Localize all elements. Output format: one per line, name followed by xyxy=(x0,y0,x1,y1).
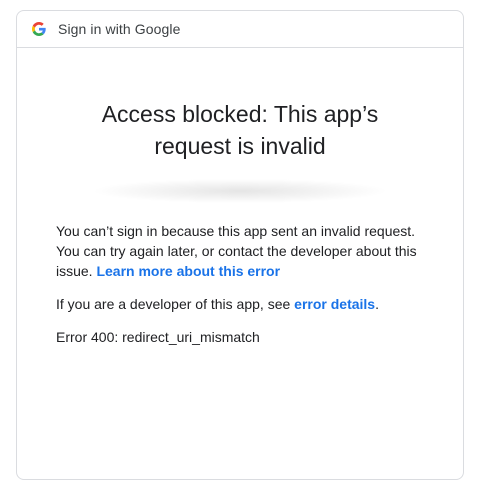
title-line-2: request is invalid xyxy=(154,133,326,159)
title-line-1: Access blocked: This app’s xyxy=(101,101,379,127)
developer-note-suffix: . xyxy=(375,296,379,312)
error-code: Error 400: redirect_uri_mismatch xyxy=(56,329,260,345)
error-body: You can’t sign in because this app sent … xyxy=(56,221,433,360)
learn-more-link[interactable]: Learn more about this error xyxy=(96,263,280,279)
card-header: Sign in with Google xyxy=(17,11,463,48)
sign-in-card: Sign in with Google Access blocked: This… xyxy=(16,10,464,480)
developer-note-text: If you are a developer of this app, see xyxy=(56,296,295,312)
title-divider-shadow xyxy=(95,179,385,203)
error-details-link[interactable]: error details xyxy=(294,296,375,312)
developer-note: If you are a developer of this app, see … xyxy=(56,294,433,314)
google-logo-icon xyxy=(32,22,46,36)
header-title: Sign in with Google xyxy=(58,21,181,37)
error-explanation: You can’t sign in because this app sent … xyxy=(56,221,433,281)
page-title: Access blocked: This app’s request is in… xyxy=(17,98,463,162)
